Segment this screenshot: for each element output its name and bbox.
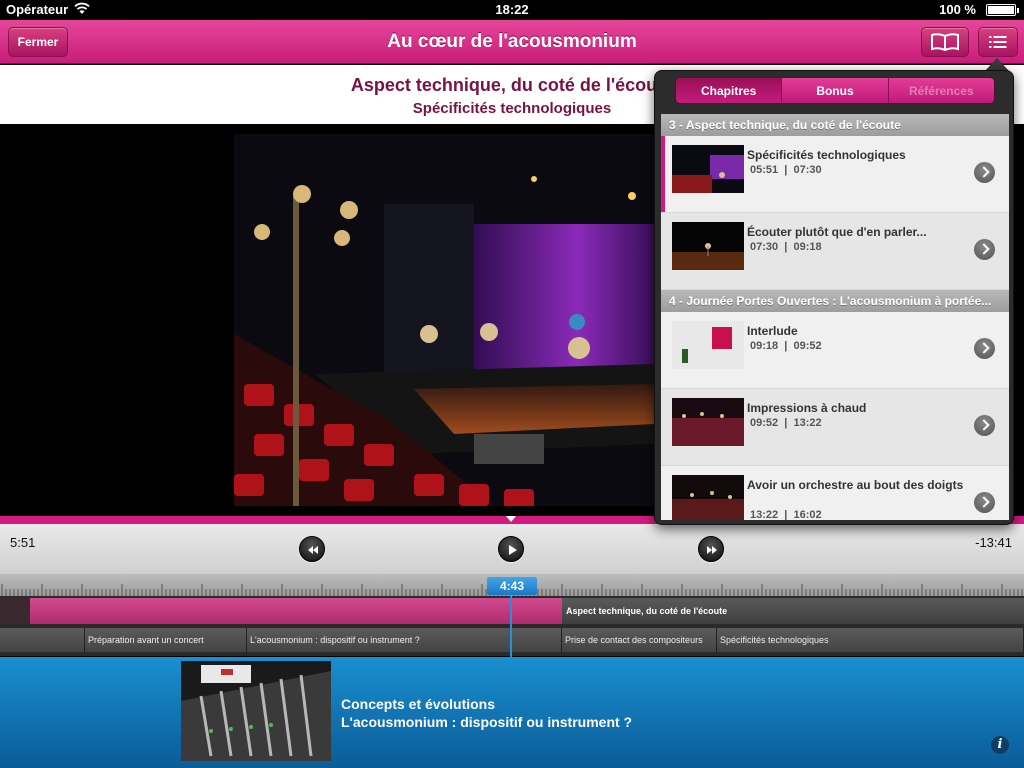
battery-icon: [986, 4, 1019, 16]
chapter-thumbnail: [672, 321, 744, 369]
elapsed-time: 5:51: [10, 535, 36, 550]
chapter-row[interactable]: Avoir un orchestre au bout des doigts 13…: [661, 466, 1009, 520]
section-thumbnail: [181, 661, 331, 761]
section-header: 4 - Journée Portes Ouvertes : L'acousmon…: [661, 290, 1009, 312]
current-section-info: Concepts et évolutions L'acousmonium : d…: [0, 657, 1024, 768]
chevron-right-icon[interactable]: [974, 162, 995, 183]
chapter-thumbnail: [672, 475, 744, 520]
chevron-right-icon[interactable]: [974, 239, 995, 260]
list-icon: [989, 36, 1007, 48]
chapter-times: 09:52 | 13:22: [750, 417, 822, 429]
section-subtitle: L'acousmonium : dispositif ou instrument…: [341, 714, 633, 730]
play-button[interactable]: [498, 536, 524, 562]
status-bar: Opérateur 18:22 100 %: [0, 0, 1024, 20]
fast-forward-button[interactable]: [698, 536, 724, 562]
video-frame: [234, 134, 654, 506]
chapter-row[interactable]: Impressions à chaud 09:52 | 13:22: [661, 389, 1009, 466]
tab-chapitres[interactable]: Chapitres: [676, 78, 783, 103]
play-icon: [509, 545, 517, 555]
popover-tabs: Chapitres Bonus Références: [675, 77, 995, 104]
clock: 18:22: [495, 2, 529, 17]
section-title: Concepts et évolutions: [341, 696, 496, 712]
chevron-right-icon[interactable]: [974, 338, 995, 359]
timeline-segment[interactable]: [0, 598, 30, 624]
chapter-title: Spécificités technologiques: [747, 148, 906, 162]
chevron-right-icon[interactable]: [974, 492, 995, 513]
fast-forward-icon: [707, 546, 717, 554]
chapter-title: Impressions à chaud: [747, 401, 867, 415]
timeline-segment[interactable]: [0, 628, 85, 652]
timeline-segment[interactable]: Spécificités technologiques: [717, 628, 1024, 652]
page-title: Au cœur de l'acousmonium: [387, 31, 637, 52]
timeline-segment[interactable]: L'acousmonium : dispositif ou instrument…: [247, 628, 562, 652]
selected-marker: [661, 136, 665, 212]
chapter-thumbnail: [672, 398, 744, 446]
chapter-title: Interlude: [747, 324, 798, 338]
chapter-thumbnail: [672, 222, 744, 270]
chevron-right-icon[interactable]: [974, 415, 995, 436]
chapter-row[interactable]: Interlude 09:18 | 09:52: [661, 312, 1009, 389]
book-icon: [931, 33, 959, 52]
chapter-title: Avoir un orchestre au bout des doigts: [747, 478, 964, 492]
chapter-times: 09:18 | 09:52: [750, 340, 822, 352]
chapter-times: 13:22 | 16:02: [750, 509, 822, 520]
rewind-button[interactable]: [299, 536, 325, 562]
timeline[interactable]: Aspect technique, du coté de l'écoute Pr…: [0, 596, 1024, 656]
section-header: 3 - Aspect technique, du coté de l'écout…: [661, 114, 1009, 136]
tab-references: Références: [888, 78, 994, 103]
battery-percent: 100 %: [939, 2, 976, 17]
timeline-segment[interactable]: [30, 598, 562, 624]
chapter-times: 07:30 | 09:18: [750, 241, 822, 253]
tab-bonus[interactable]: Bonus: [782, 78, 889, 103]
chapter-list[interactable]: 3 - Aspect technique, du coté de l'écout…: [661, 114, 1009, 520]
chapter-times: 05:51 | 07:30: [750, 164, 822, 176]
chapter-list-button[interactable]: [978, 27, 1018, 57]
playhead-time[interactable]: 4:43: [487, 577, 537, 595]
chapter-row[interactable]: Écouter plutôt que d'en parler... 07:30 …: [661, 213, 1009, 290]
progress-marker: [506, 516, 516, 522]
info-icon[interactable]: i: [991, 736, 1009, 754]
timeline-segment[interactable]: Prise de contact des compositeurs: [562, 628, 717, 652]
book-button[interactable]: [921, 27, 969, 57]
playback-controls: 5:51 -13:41: [0, 524, 1024, 574]
timeline-segment[interactable]: Préparation avant un concert: [85, 628, 247, 652]
chapter-thumbnail: [672, 145, 744, 193]
chapters-popover: Chapitres Bonus Références 3 - Aspect te…: [654, 70, 1014, 525]
remaining-time: -13:41: [975, 535, 1012, 550]
chapter-row-selected[interactable]: Spécificités technologiques 05:51 | 07:3…: [661, 136, 1009, 213]
chapter-title: Écouter plutôt que d'en parler...: [747, 225, 927, 239]
playhead[interactable]: [510, 596, 512, 658]
rewind-icon: [308, 546, 318, 554]
navigation-bar: Fermer Au cœur de l'acousmonium: [0, 20, 1024, 64]
timeline-segment-active[interactable]: Aspect technique, du coté de l'écoute: [562, 598, 1024, 624]
